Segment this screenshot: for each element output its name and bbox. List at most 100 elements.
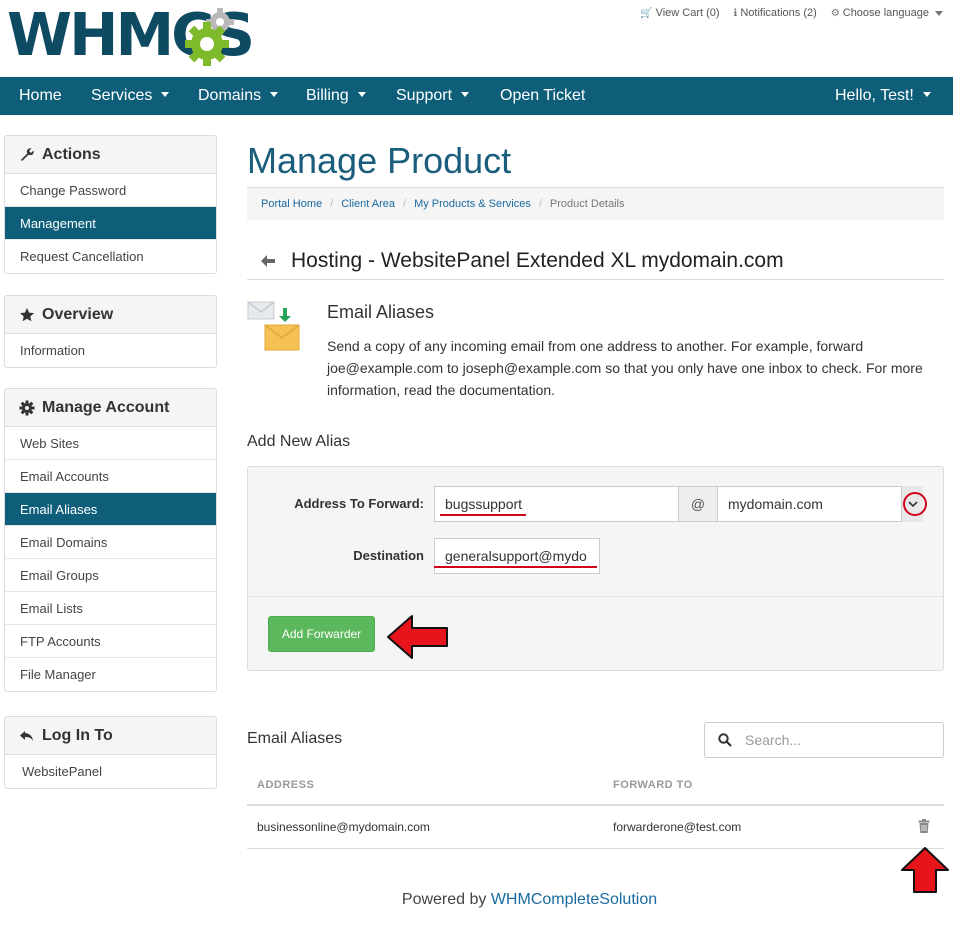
cell-forward-to: forwarderone@test.com <box>613 820 742 834</box>
footer-prefix: Powered by <box>401 891 491 908</box>
log-in-to-panel-header: Log In To <box>5 717 216 755</box>
nav-services[interactable]: Services <box>91 77 170 115</box>
sidebar-item-file-manager[interactable]: File Manager <box>5 658 216 691</box>
view-cart-label: View Cart (0) <box>655 7 720 19</box>
notifications-label: Notifications (2) <box>740 7 817 19</box>
nav-home-label: Home <box>19 87 62 104</box>
add-alias-title: Add New Alias <box>247 433 351 450</box>
sidebar-item-email-accounts[interactable]: Email Accounts <box>5 460 216 493</box>
nav-user-label: Hello, Test! <box>835 87 914 104</box>
nav-home[interactable]: Home <box>19 77 62 115</box>
nav-open-ticket[interactable]: Open Ticket <box>500 77 585 115</box>
caret-down-icon <box>461 92 470 98</box>
breadcrumb-separator: / <box>538 198 542 210</box>
breadcrumb: Portal Home / Client Area / My Products … <box>247 187 944 220</box>
breadcrumb-separator: / <box>403 198 407 210</box>
nav-user-menu[interactable]: Hello, Test! <box>835 77 931 115</box>
log-in-to-panel-title: Log In To <box>42 726 113 744</box>
actions-panel-header: Actions <box>5 136 216 174</box>
aliases-table: ADDRESS FORWARD TO businessonline@mydoma… <box>247 768 944 849</box>
manage-account-panel-title: Manage Account <box>42 398 170 416</box>
wrench-icon <box>21 147 34 161</box>
destination-input[interactable]: generalsupport@mydo <box>434 538 600 574</box>
caret-down-icon <box>357 92 366 98</box>
header: WHMCS 🛒 View Cart (0) ℹ Notifications (2… <box>0 0 953 77</box>
highlight-underline <box>434 566 597 568</box>
sidebar-item-management[interactable]: Management <box>5 207 216 240</box>
overview-panel-header: Overview <box>5 296 216 334</box>
choose-language-link[interactable]: ⚙ Choose language <box>831 7 943 19</box>
product-name: Hosting - WebsitePanel Extended XL mydom… <box>291 248 784 272</box>
info-icon: ℹ <box>733 7 738 19</box>
caret-down-icon <box>270 92 279 98</box>
nav-open-ticket-label: Open Ticket <box>500 87 586 104</box>
annotation-arrow-up-icon <box>901 847 949 893</box>
log-in-to-panel: Log In To WebsitePanel <box>4 716 217 789</box>
breadcrumb-separator: / <box>330 198 334 210</box>
top-links: 🛒 View Cart (0) ℹ Notifications (2) ⚙ Ch… <box>640 7 943 19</box>
breadcrumb-my-products[interactable]: My Products & Services <box>414 198 531 210</box>
column-header-address[interactable]: ADDRESS <box>257 779 314 791</box>
highlight-circle <box>903 492 927 516</box>
star-icon <box>19 307 35 321</box>
overview-panel-title: Overview <box>42 305 114 323</box>
product-header: Hosting - WebsitePanel Extended XL mydom… <box>247 242 944 280</box>
undo-icon <box>20 730 33 741</box>
footer-link[interactable]: WHMCompleteSolution <box>491 891 657 908</box>
search-icon <box>718 733 732 747</box>
language-icon: ⚙ <box>830 7 840 19</box>
annotation-arrow-left-icon <box>387 615 448 659</box>
nav-billing-label: Billing <box>306 87 349 104</box>
sidebar-item-email-lists[interactable]: Email Lists <box>5 592 216 625</box>
sidebar-item-request-cancellation[interactable]: Request Cancellation <box>5 240 216 273</box>
cart-icon: 🛒 <box>640 7 653 19</box>
address-to-forward-input[interactable]: bugssupport <box>434 486 679 522</box>
at-symbol-addon: @ <box>678 486 718 522</box>
sidebar-item-information[interactable]: Information <box>5 334 216 367</box>
form-divider <box>248 596 943 597</box>
address-to-forward-label: Address To Forward: <box>294 496 424 511</box>
sidebar-item-email-domains[interactable]: Email Domains <box>5 526 216 559</box>
add-alias-form: Address To Forward: bugssupport @ mydoma… <box>247 466 944 671</box>
destination-label: Destination <box>353 548 424 563</box>
breadcrumb-client-area[interactable]: Client Area <box>341 198 395 210</box>
add-forwarder-button[interactable]: Add Forwarder <box>268 616 375 652</box>
sidebar-item-change-password[interactable]: Change Password <box>5 174 216 207</box>
sidebar-item-web-sites[interactable]: Web Sites <box>5 427 216 460</box>
notifications-link[interactable]: ℹ Notifications (2) <box>734 7 817 19</box>
caret-down-icon <box>922 92 931 98</box>
email-forward-icon <box>247 298 303 354</box>
nav-domains-label: Domains <box>198 87 262 104</box>
chevron-down-icon <box>935 10 943 16</box>
gear-icon <box>19 400 35 415</box>
domain-select[interactable]: mydomain.com <box>717 486 923 522</box>
gear-icon <box>183 8 245 70</box>
sidebar-item-email-groups[interactable]: Email Groups <box>5 559 216 592</box>
search-placeholder: Search... <box>745 732 802 748</box>
search-input[interactable]: Search... <box>704 722 944 758</box>
actions-panel: Actions Change Password Management Reque… <box>4 135 217 274</box>
sidebar-item-email-aliases[interactable]: Email Aliases <box>5 493 216 526</box>
nav-support-label: Support <box>396 87 453 104</box>
caret-down-icon <box>161 92 170 98</box>
sidebar-item-websitepanel[interactable]: WebsitePanel <box>5 755 216 788</box>
overview-panel: Overview Information <box>4 295 217 368</box>
email-aliases-list-title: Email Aliases <box>247 730 343 747</box>
sidebar-item-ftp-accounts[interactable]: FTP Accounts <box>5 625 216 658</box>
table-row: businessonline@mydomain.com forwarderone… <box>247 806 944 849</box>
nav-support[interactable]: Support <box>396 77 470 115</box>
manage-account-panel: Manage Account Web Sites Email Accounts … <box>4 388 217 692</box>
nav-billing[interactable]: Billing <box>306 77 366 115</box>
actions-panel-title: Actions <box>42 145 101 163</box>
nav-domains[interactable]: Domains <box>198 77 279 115</box>
trash-icon[interactable] <box>918 819 930 833</box>
manage-account-panel-header: Manage Account <box>5 389 216 427</box>
footer: Powered by WHMCompleteSolution <box>0 891 953 909</box>
breadcrumb-portal-home[interactable]: Portal Home <box>261 198 322 210</box>
main-navbar: Home Services Domains Billing Support Op… <box>0 77 953 115</box>
section-description: Send a copy of any incoming email from o… <box>327 338 923 398</box>
view-cart-link[interactable]: 🛒 View Cart (0) <box>640 7 719 19</box>
section-title: Email Aliases <box>327 302 435 322</box>
column-header-forward-to[interactable]: FORWARD TO <box>613 779 693 791</box>
back-arrow-icon[interactable] <box>259 253 277 269</box>
